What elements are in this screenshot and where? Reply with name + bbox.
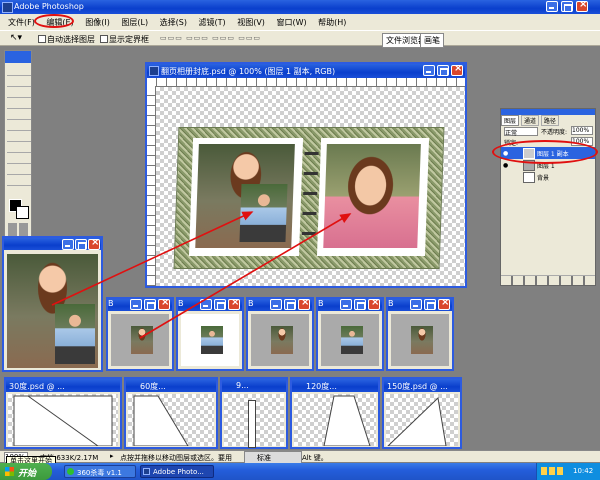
arrow-to-left-photo [51, 211, 254, 306]
status-hint: 点按并拖移以移动图层或选区。要用 [120, 454, 232, 462]
clock: 10:42 [573, 467, 594, 475]
arrow-to-right-photo [139, 213, 352, 339]
antivirus-icon [67, 468, 74, 475]
taskbar-item-label: Adobe Photo... [153, 468, 204, 476]
ime-label: 标准 [257, 454, 271, 462]
status-arrow-icon[interactable]: ▸ [110, 452, 114, 460]
taskbar-item-360[interactable]: 360杀毒 v1.1 [64, 465, 136, 478]
photoshop-icon [143, 468, 150, 475]
status-right-text: Alt 键。 [302, 454, 328, 462]
status-bar: 100% 文档:633K/2.17M ▸ 点按并拖移以移动图层或选区。要用 标准… [0, 450, 600, 464]
system-tray: 10:42 [536, 463, 600, 480]
taskbar-item-photoshop[interactable]: Adobe Photo... [140, 465, 214, 478]
taskbar-item-label: 360杀毒 v1.1 [77, 469, 122, 477]
tray-icons[interactable] [541, 467, 563, 475]
annotation-arrows [51, 211, 352, 339]
start-button[interactable]: 开始 [0, 463, 52, 480]
start-label: 开始 [18, 469, 37, 479]
windows-logo-icon [5, 467, 14, 476]
taskbar: 开始 360杀毒 v1.1 Adobe Photo... 10:42 [0, 463, 600, 480]
